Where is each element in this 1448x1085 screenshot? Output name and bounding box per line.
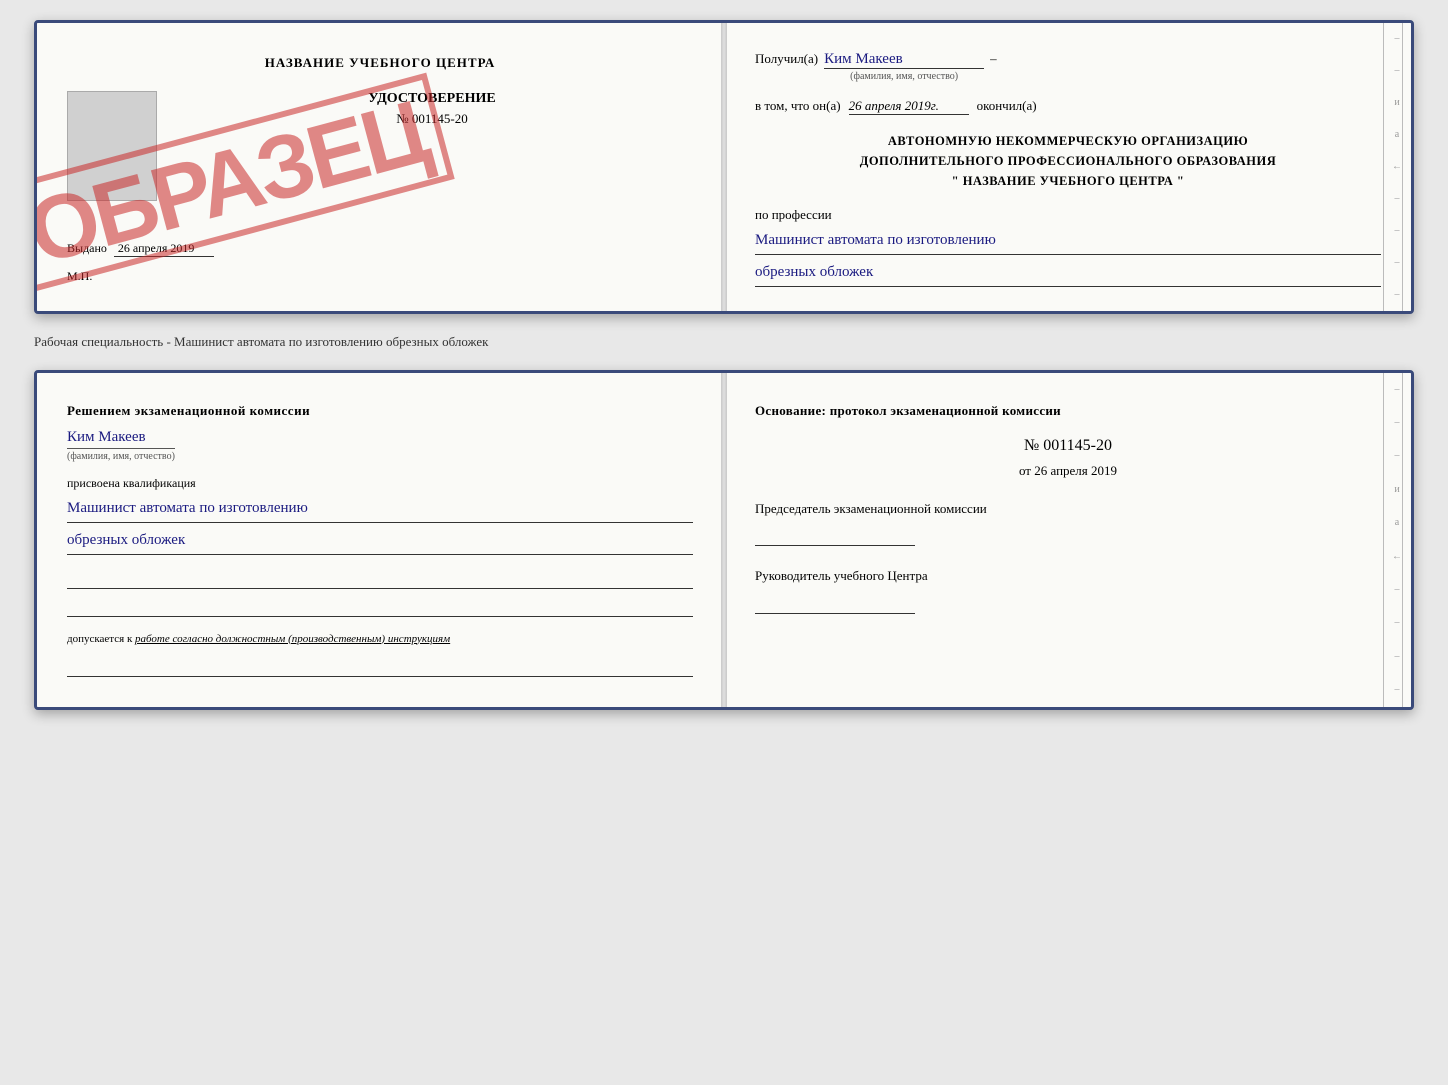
qualification-label: присвоена квалификация bbox=[67, 476, 693, 491]
cert-info: УДОСТОВЕРЕНИЕ № 001145-20 bbox=[171, 91, 693, 135]
decision-name: Ким Макеев bbox=[67, 429, 693, 446]
date-suffix: окончил(а) bbox=[977, 98, 1037, 114]
rukovoditel-title: Руководитель учебного Центра bbox=[755, 566, 1381, 586]
signature-lines bbox=[67, 567, 693, 617]
separator-text: Рабочая специальность - Машинист автомат… bbox=[34, 330, 1414, 354]
dash-after-name: – bbox=[990, 51, 997, 67]
profession-prefix: по профессии bbox=[755, 207, 832, 222]
допускается-underline: работе согласно должностным (производств… bbox=[135, 633, 450, 645]
sig-line-3 bbox=[67, 655, 693, 677]
fio-label: (фамилия, имя, отчество) bbox=[67, 448, 175, 462]
bottom-side-dashes: – – – и а ← – – – – bbox=[1387, 373, 1407, 707]
top-doc-left: НАЗВАНИЕ УЧЕБНОГО ЦЕНТРА ОБРАЗЕЦ УДОСТОВ… bbox=[37, 23, 725, 311]
top-doc-right: Получил(а) Ким Макеев (фамилия, имя, отч… bbox=[725, 23, 1411, 311]
chairman-sig-line bbox=[755, 526, 915, 546]
issued-date: 26 апреля 2019 bbox=[114, 241, 214, 257]
sig-line-1 bbox=[67, 567, 693, 589]
recipient-prefix: Получил(а) bbox=[755, 51, 818, 67]
date-value: 26 апреля 2019г. bbox=[849, 98, 969, 115]
decision-title: Решением экзаменационной комиссии bbox=[67, 401, 693, 421]
profession-line1: Машинист автомата по изготовлению bbox=[755, 227, 1381, 255]
cert-issued: Выдано 26 апреля 2019 bbox=[67, 241, 693, 257]
photo-placeholder bbox=[67, 91, 157, 201]
recipient-sublabel: (фамилия, имя, отчество) bbox=[824, 71, 984, 82]
profession-block: по профессии Машинист автомата по изгото… bbox=[755, 207, 1381, 287]
osnov-title: Основание: протокол экзаменационной коми… bbox=[755, 401, 1381, 421]
допускается-block: допускается к работе согласно должностны… bbox=[67, 631, 693, 648]
rukovoditel-sig-line bbox=[755, 594, 915, 614]
recipient-line: Получил(а) Ким Макеев (фамилия, имя, отч… bbox=[755, 51, 1381, 82]
cert-title: УДОСТОВЕРЕНИЕ bbox=[171, 91, 693, 107]
date-prefix: в том, что он(а) bbox=[755, 98, 841, 114]
cert-number: № 001145-20 bbox=[171, 111, 693, 127]
side-dashes: – – и а ← – – – – bbox=[1387, 23, 1407, 311]
bottom-doc-right: Основание: протокол экзаменационной коми… bbox=[725, 373, 1411, 707]
qualification-line1: Машинист автомата по изготовлению bbox=[67, 495, 693, 523]
qualification-block: Машинист автомата по изготовлению обрезн… bbox=[67, 495, 693, 555]
org-block: АВТОНОМНУЮ НЕКОММЕРЧЕСКУЮ ОРГАНИЗАЦИЮ ДО… bbox=[755, 131, 1381, 191]
org-line3: " НАЗВАНИЕ УЧЕБНОГО ЦЕНТРА " bbox=[755, 171, 1381, 191]
training-center-title: НАЗВАНИЕ УЧЕБНОГО ЦЕНТРА bbox=[67, 55, 693, 71]
bottom-document: Решением экзаменационной комиссии Ким Ма… bbox=[34, 370, 1414, 710]
recipient-name: Ким Макеев bbox=[824, 51, 984, 69]
from-date-value: 26 апреля 2019 bbox=[1034, 463, 1117, 478]
допускается-prefix: допускается к bbox=[67, 633, 132, 645]
chairman-title: Председатель экзаменационной комиссии bbox=[755, 499, 1381, 519]
rukovoditel-block: Руководитель учебного Центра bbox=[755, 566, 1381, 614]
protocol-number: № 001145-20 bbox=[755, 437, 1381, 455]
org-line2: ДОПОЛНИТЕЛЬНОГО ПРОФЕССИОНАЛЬНОГО ОБРАЗО… bbox=[755, 151, 1381, 171]
certificate-box: УДОСТОВЕРЕНИЕ № 001145-20 bbox=[67, 91, 693, 201]
from-date: от 26 апреля 2019 bbox=[755, 463, 1381, 479]
profession-line2: обрезных обложек bbox=[755, 259, 1381, 287]
qualification-line2: обрезных обложек bbox=[67, 527, 693, 555]
decision-person: Ким Макеев (фамилия, имя, отчество) bbox=[67, 429, 693, 464]
sig-line-2 bbox=[67, 595, 693, 617]
mp-label: М.П. bbox=[67, 269, 693, 284]
date-line: в том, что он(а) 26 апреля 2019г. окончи… bbox=[755, 98, 1381, 115]
issued-label: Выдано bbox=[67, 241, 107, 255]
top-document: НАЗВАНИЕ УЧЕБНОГО ЦЕНТРА ОБРАЗЕЦ УДОСТОВ… bbox=[34, 20, 1414, 314]
chairman-block: Председатель экзаменационной комиссии bbox=[755, 499, 1381, 547]
org-line1: АВТОНОМНУЮ НЕКОММЕРЧЕСКУЮ ОРГАНИЗАЦИЮ bbox=[755, 131, 1381, 151]
from-prefix: от bbox=[1019, 463, 1031, 478]
bottom-doc-left: Решением экзаменационной комиссии Ким Ма… bbox=[37, 373, 725, 707]
